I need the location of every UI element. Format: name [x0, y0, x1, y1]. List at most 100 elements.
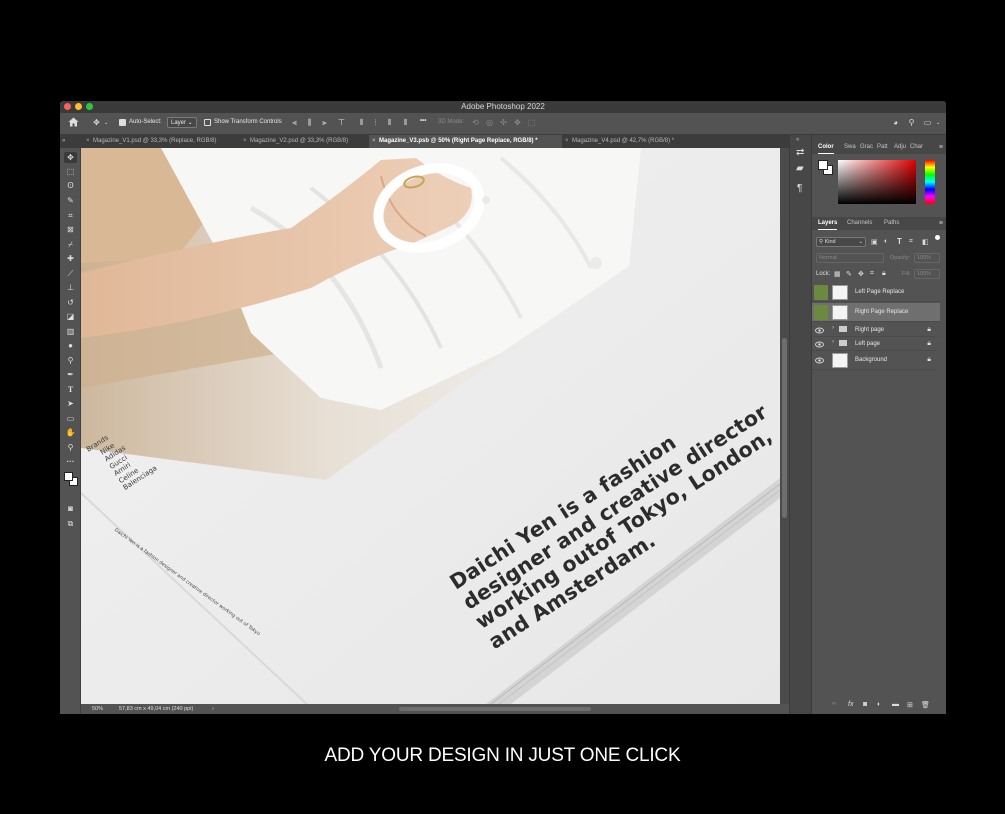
paragraph-panel-icon[interactable]: ¶ [797, 183, 802, 194]
lock-image-icon[interactable]: ✎ [846, 270, 852, 278]
blur-tool-icon[interactable]: ● [64, 340, 77, 351]
pen-tool-icon[interactable]: ✒ [64, 369, 77, 380]
new-layer-icon[interactable]: ⊞ [907, 701, 913, 709]
blend-mode-dropdown[interactable]: Normal [816, 253, 884, 263]
foreground-chip[interactable] [818, 160, 828, 170]
tab-swatches[interactable]: Swa [844, 141, 856, 154]
layer-style-icon[interactable]: fx [848, 701, 853, 708]
panel-menu-icon[interactable]: ≡ [939, 144, 943, 151]
path-select-tool-icon[interactable]: ➤ [64, 398, 77, 409]
lock-transparent-icon[interactable]: ▦ [834, 270, 841, 278]
healing-brush-tool-icon[interactable]: ✚ [64, 253, 77, 264]
quick-mask-icon[interactable]: ◙ [64, 503, 77, 514]
more-options-icon[interactable]: ••• [420, 118, 426, 124]
align-top-icon[interactable]: ⊤ [337, 118, 346, 127]
3d-pan-icon[interactable]: ✣ [499, 118, 508, 127]
vertical-scroll-thumb[interactable] [782, 338, 787, 518]
color-swatches[interactable] [63, 470, 78, 486]
account-icon[interactable]: ◕ [891, 118, 900, 127]
fill-field[interactable]: 100% [914, 269, 940, 279]
home-button[interactable] [68, 117, 79, 129]
close-tab-icon[interactable]: × [565, 135, 569, 148]
3d-slide-icon[interactable]: ✥ [513, 118, 522, 127]
lasso-tool-icon[interactable]: ʘ [64, 180, 77, 191]
panel-collapse-icon[interactable]: » [62, 135, 65, 148]
visibility-eye-icon[interactable] [815, 340, 824, 349]
layer-row-right-page-group[interactable]: › Right page 🔒︎ [812, 323, 937, 337]
frame-tool-icon[interactable]: ⊠ [64, 224, 77, 235]
tab-magazine-v3[interactable]: × Magazine_V3.psb @ 50% (Right Page Repla… [369, 135, 562, 148]
close-tab-icon[interactable]: × [243, 135, 247, 148]
tool-preset-chevron-icon[interactable]: ⌄ [104, 120, 108, 126]
expand-chevron-icon[interactable]: › [832, 325, 834, 331]
align-center-icon[interactable]: ⫼ [305, 118, 314, 127]
align-left-icon[interactable]: ⫷ [290, 118, 299, 127]
delete-layer-icon[interactable]: 🗑︎ [921, 701, 930, 709]
move-tool-icon[interactable]: ✥ [92, 118, 101, 127]
zoom-window-button[interactable] [86, 103, 93, 110]
filter-toggle[interactable] [935, 235, 940, 240]
3d-orbit-icon[interactable]: ⟲ [471, 118, 480, 127]
panel-menu-icon[interactable]: ≡ [939, 220, 943, 227]
status-menu-icon[interactable]: › [212, 704, 214, 714]
marquee-tool-icon[interactable]: ⬚ [64, 166, 77, 177]
crop-tool-icon[interactable]: ⌗ [64, 210, 77, 221]
zoom-level[interactable]: 50% [92, 704, 103, 714]
layer-row-left-page-replace[interactable]: Left Page Replace [812, 283, 940, 302]
opacity-field[interactable]: 100% [914, 253, 940, 263]
visibility-eye-icon[interactable] [815, 356, 824, 365]
search-icon[interactable]: ⚲ [907, 118, 916, 127]
tab-channels[interactable]: Channels [847, 217, 872, 230]
hand-tool-icon[interactable]: ✋ [64, 427, 77, 438]
filter-pixel-icon[interactable]: ▣ [871, 238, 878, 246]
close-tab-icon[interactable]: × [372, 135, 376, 148]
filter-smart-object-icon[interactable]: ◧ [922, 238, 929, 246]
gradient-tool-icon[interactable]: ▥ [64, 326, 77, 337]
brush-tool-icon[interactable]: ⟋ [64, 268, 77, 279]
align-right-icon[interactable]: ⫸ [320, 118, 329, 127]
tab-patterns[interactable]: Patt [877, 141, 888, 154]
tab-layers[interactable]: Layers [818, 217, 838, 230]
distribute-left-icon[interactable]: ⫴ [357, 118, 366, 127]
vertical-scrollbar[interactable] [780, 148, 789, 704]
visibility-eye-icon[interactable] [815, 326, 824, 335]
3d-roll-icon[interactable]: ◎ [485, 118, 494, 127]
filter-shape-icon[interactable]: ⌗ [909, 238, 913, 246]
tab-gradients[interactable]: Grac [860, 141, 873, 154]
comments-panel-icon[interactable]: ▰ [796, 163, 804, 174]
tab-magazine-v4[interactable]: × Magazine_V4.psd @ 42,7% (RGB/8) * [562, 135, 702, 148]
show-transform-checkbox[interactable] [204, 119, 211, 126]
rectangle-tool-icon[interactable]: ▭ [64, 413, 77, 424]
tab-magazine-v1[interactable]: × Magazine_V1.psd @ 33,3% (Replace, RGB/8… [83, 135, 238, 148]
tab-magazine-v2[interactable]: × Magazine_V2.psd @ 33,3% (RGB/8) [240, 135, 368, 148]
panel-expand-icon[interactable]: « [796, 137, 799, 143]
layer-row-left-page-group[interactable]: › Left page 🔒︎ [812, 337, 937, 351]
minimize-window-button[interactable] [75, 103, 82, 110]
layer-row-right-page-replace[interactable]: Right Page Replace [812, 303, 940, 322]
edit-toolbar-icon[interactable]: ··· [64, 456, 77, 467]
filter-type-icon[interactable]: T [897, 237, 902, 246]
add-mask-icon[interactable]: ◙ [863, 701, 867, 708]
clone-stamp-tool-icon[interactable]: ⊥ [64, 282, 77, 293]
history-brush-tool-icon[interactable]: ↺ [64, 297, 77, 308]
document-canvas[interactable]: Brands Nike Adidas Gucci Amiri Celine Ba… [81, 148, 780, 704]
new-group-icon[interactable]: ▬ [892, 701, 899, 708]
type-tool-icon[interactable]: T [64, 384, 77, 395]
lock-artboard-icon[interactable]: ⌗ [870, 270, 874, 278]
lock-all-icon[interactable]: 🔒︎ [882, 270, 886, 278]
filter-adjustment-icon[interactable]: ◐ [884, 238, 888, 245]
close-tab-icon[interactable]: × [86, 135, 90, 148]
3d-scale-icon[interactable]: ⬚ [527, 118, 536, 127]
fg-bg-color-chips[interactable] [818, 160, 834, 176]
link-layers-icon[interactable]: ∞ [832, 701, 836, 707]
distribute-center-icon[interactable]: ⦙ [371, 118, 380, 127]
dodge-tool-icon[interactable]: ⚲ [64, 355, 77, 366]
move-tool-icon[interactable]: ✥ [64, 152, 77, 163]
hue-slider[interactable] [925, 160, 935, 204]
tab-color[interactable]: Color [818, 141, 834, 154]
workspace-icon[interactable]: ▭ [923, 118, 932, 127]
foreground-color-swatch[interactable] [64, 472, 73, 481]
eyedropper-tool-icon[interactable]: ⌿ [64, 239, 77, 250]
tab-adjustments[interactable]: Adju [894, 141, 906, 154]
expand-chevron-icon[interactable]: › [832, 339, 834, 345]
